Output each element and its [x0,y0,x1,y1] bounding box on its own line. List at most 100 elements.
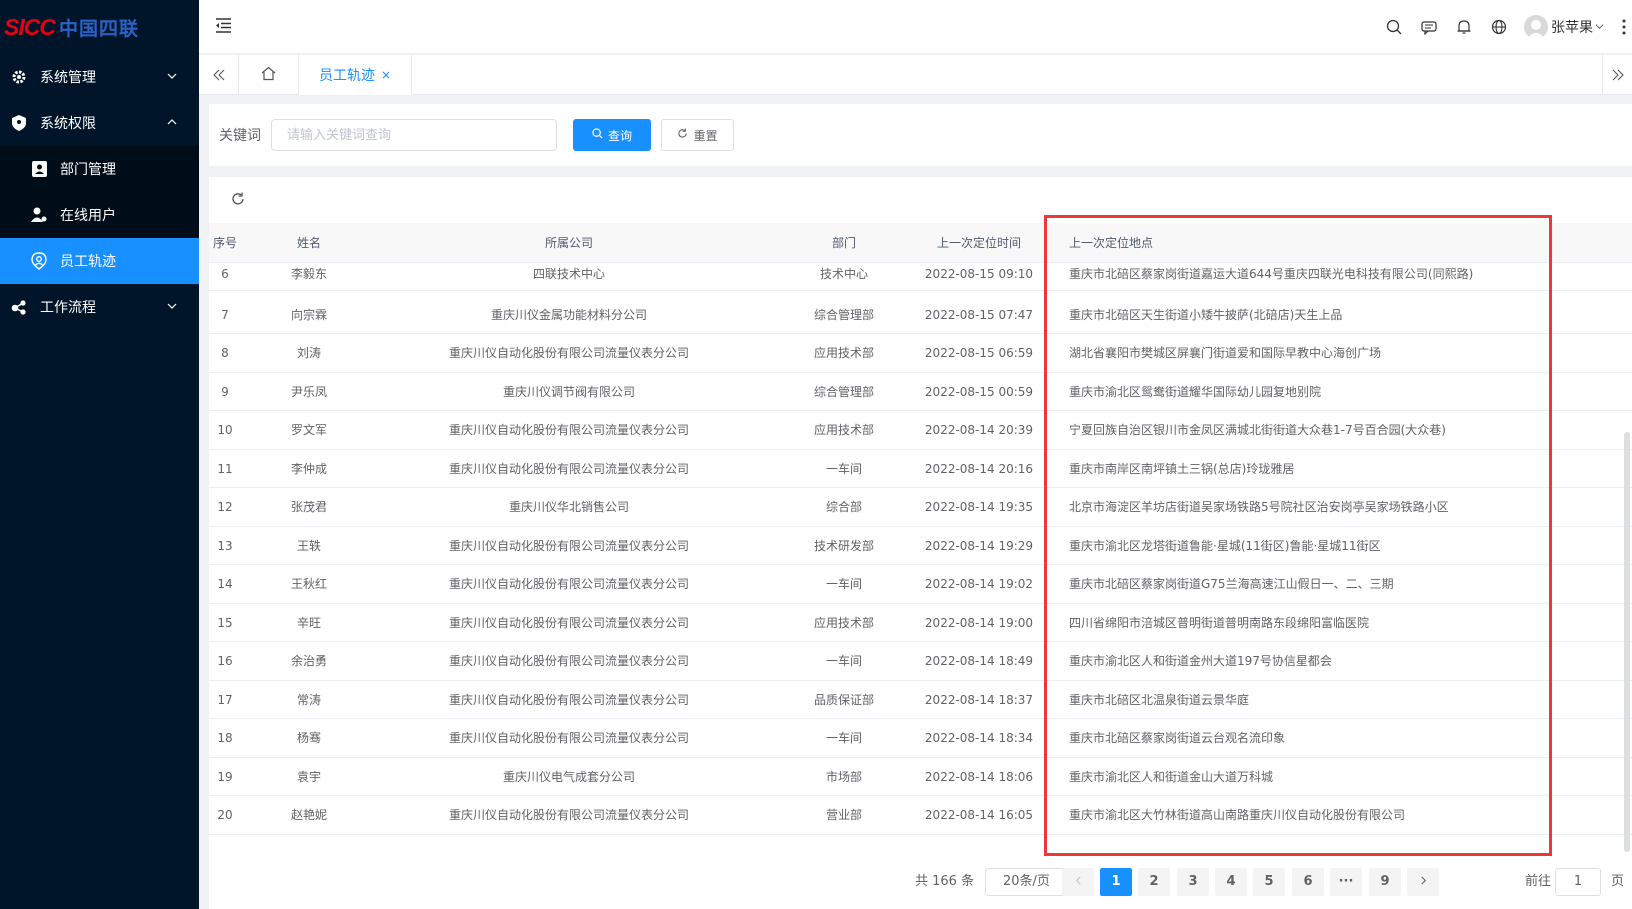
globe-icon[interactable] [1481,0,1516,54]
sidebar-item-workflow[interactable]: 工作流程 [0,284,199,330]
logo: SICC 中国四联 [0,0,199,54]
table-row[interactable]: 18 杨骞 重庆川仪自动化股份有限公司流量仪表分公司 一车间 2022-08-14 18… [209,719,1632,758]
sidebar-item-system-management[interactable]: 系统管理 [0,54,199,100]
reset-button[interactable]: 重置 [661,119,734,151]
submenu-permission: 部门管理 在线用户 员工轨迹 [0,146,199,284]
home-tab[interactable] [239,55,299,95]
sidebar-item-label: 系统管理 [40,70,96,86]
goto-suffix: 页 [1611,874,1625,889]
cell-department: 一车间 [825,461,862,476]
cell-index: 13 [217,538,233,553]
table-row[interactable]: 13 王轶 重庆川仪自动化股份有限公司流量仪表分公司 技术研发部 2022-08-14 … [209,527,1632,565]
table-row[interactable]: 15 辛旺 重庆川仪自动化股份有限公司流量仪表分公司 应用技术部 2022-08-14 … [209,604,1632,642]
col-header-location: 上一次定位地点 [1069,236,1154,250]
cell-name: 罗文军 [290,423,327,437]
cell-location: 重庆市北碚区蔡家岗街道G75兰海高速江山假日一、二、三期 [1069,577,1394,591]
page-4[interactable]: 4 [1215,868,1247,896]
menu-fold-icon[interactable] [215,17,232,38]
cell-index: 15 [217,615,233,630]
search-form: 关键词 查询 重置 [209,104,1632,166]
user-online-icon [30,206,48,224]
page-1[interactable]: 1 [1100,868,1132,896]
cell-time: 2022-08-14 19:35 [924,500,1034,514]
cell-location: 湖北省襄阳市樊城区屏襄门街道爱和国际早教中心海创广场 [1069,346,1382,360]
refresh-icon [677,128,693,142]
cell-name: 杨骞 [296,731,321,745]
cell-time: 2022-08-14 19:02 [924,577,1034,591]
cell-location: 重庆市渝北区鸳鸯街道耀华国际幼儿园复地别院 [1069,384,1322,399]
page-5[interactable]: 5 [1253,868,1285,896]
table-row[interactable]: 11 李仲成 重庆川仪自动化股份有限公司流量仪表分公司 一车间 2022-08-14 2… [209,450,1632,488]
cell-company: 重庆川仪调节阀有限公司 [502,384,635,399]
logo-cn: 中国四联 [58,17,139,40]
cell-company: 重庆川仪华北销售公司 [508,500,629,514]
close-icon[interactable]: × [381,68,391,82]
page-size-value: 20条/页 [1003,874,1050,889]
sidebar-item-label: 部门管理 [60,162,116,178]
tab-employee-track[interactable]: 员工轨迹 × [299,55,413,95]
table-row[interactable]: 9 尹乐凤 重庆川仪调节阀有限公司 综合管理部 2022-08-15 00:59 重庆市渝… [209,373,1632,411]
cell-time: 2022-08-14 18:49 [924,654,1034,668]
page-6[interactable]: 6 [1292,868,1324,896]
cell-company: 重庆川仪自动化股份有限公司流量仪表分公司 [448,654,689,668]
chevron-down-icon [167,299,177,315]
table-row[interactable]: 16 余治勇 重庆川仪自动化股份有限公司流量仪表分公司 一车间 2022-08-14 1… [209,642,1632,681]
cell-index: 14 [217,577,233,591]
bell-icon[interactable] [1446,0,1481,54]
cell-location: 重庆市北碚区蔡家岗街道嘉运大道644号重庆四联光电科技有限公司(同熙路) [1069,267,1474,281]
cell-time: 2022-08-14 18:37 [924,692,1034,707]
cell-company: 重庆川仪电气成套分公司 [502,769,635,784]
search-icon [592,128,608,142]
sidebar-item-label: 工作流程 [40,300,96,316]
page-ellipsis[interactable]: ··· [1330,868,1362,896]
cell-company: 重庆川仪自动化股份有限公司流量仪表分公司 [448,692,689,707]
keyword-input[interactable] [271,119,557,151]
table-row[interactable]: 6 李毅东 四联技术中心 技术中心 2022-08-15 09:10 重庆市北碚区蔡家岗街… [209,263,1632,291]
cell-index: 8 [221,346,229,360]
table-row[interactable]: 20 赵艳妮 重庆川仪自动化股份有限公司流量仪表分公司 营业部 2022-08-14 1… [209,796,1632,835]
cell-name: 李仲成 [290,461,327,476]
cell-location: 重庆市北碚区蔡家岗街道云台观名流印象 [1069,731,1286,745]
cell-name: 张茂君 [290,500,327,514]
sidebar-item-employee-track[interactable]: 员工轨迹 [0,238,199,284]
sidebar-item-label: 系统权限 [40,116,96,132]
page-9[interactable]: 9 [1369,868,1401,896]
cell-location: 重庆市渝北区人和街道金州大道197号协信星都会 [1069,654,1332,668]
tabs-scroll-right-icon[interactable] [1602,55,1632,95]
table-row[interactable]: 10 罗文军 重庆川仪自动化股份有限公司流量仪表分公司 应用技术部 2022-08-14… [209,411,1632,450]
table-row[interactable]: 14 王秋红 重庆川仪自动化股份有限公司流量仪表分公司 一车间 2022-08-14 1… [209,565,1632,604]
table-row[interactable]: 7 向宗霖 重庆川仪金属功能材料分公司 综合管理部 2022-08-15 07:47 重庆… [209,296,1632,334]
col-header-index: 序号 [212,236,237,250]
more-vertical-icon[interactable] [1616,19,1632,35]
cell-location: 重庆市渝北区龙塔街道鲁能·星城(11街区)鲁能·星城11街区 [1069,538,1381,553]
table-row[interactable]: 19 袁宇 重庆川仪电气成套分公司 市场部 2022-08-14 18:06 重庆市渝北区… [209,758,1632,796]
sidebar-item-system-permission[interactable]: 系统权限 [0,100,199,146]
sidebar-item-department[interactable]: 部门管理 [0,146,199,192]
table-row[interactable]: 17 常涛 重庆川仪自动化股份有限公司流量仪表分公司 品质保证部 2022-08-14 … [209,681,1632,719]
cell-department: 品质保证部 [813,692,874,707]
cell-index: 19 [217,769,233,784]
scrollbar-thumb[interactable] [1624,432,1630,852]
sidebar-item-online-users[interactable]: 在线用户 [0,192,199,238]
cell-index: 10 [217,423,233,437]
cell-name: 赵艳妮 [290,808,327,822]
chevron-down-icon [167,69,177,85]
user-menu[interactable]: 张苹果 [1524,15,1604,39]
goto-input[interactable]: 1 [1555,868,1601,896]
table-row[interactable]: 8 刘涛 重庆川仪自动化股份有限公司流量仪表分公司 应用技术部 2022-08-15 0… [209,334,1632,373]
home-icon [261,66,276,85]
cell-company: 重庆川仪自动化股份有限公司流量仪表分公司 [448,731,689,745]
top-icons: 张苹果 [1376,0,1632,54]
query-button[interactable]: 查询 [573,119,651,151]
page-2[interactable]: 2 [1138,868,1170,896]
sidebar-item-label: 员工轨迹 [60,254,116,270]
search-icon[interactable] [1376,0,1411,54]
tabs-scroll-left-icon[interactable] [199,55,239,95]
refresh-icon[interactable] [231,192,245,210]
message-icon[interactable] [1411,0,1446,54]
page-3[interactable]: 3 [1177,868,1209,896]
prev-page-button[interactable] [1062,868,1094,896]
goto-label: 前往 [1525,874,1552,889]
table-row[interactable]: 12 张茂君 重庆川仪华北销售公司 综合部 2022-08-14 19:35 北京市海淀区… [209,488,1632,527]
next-page-button[interactable] [1407,868,1439,896]
